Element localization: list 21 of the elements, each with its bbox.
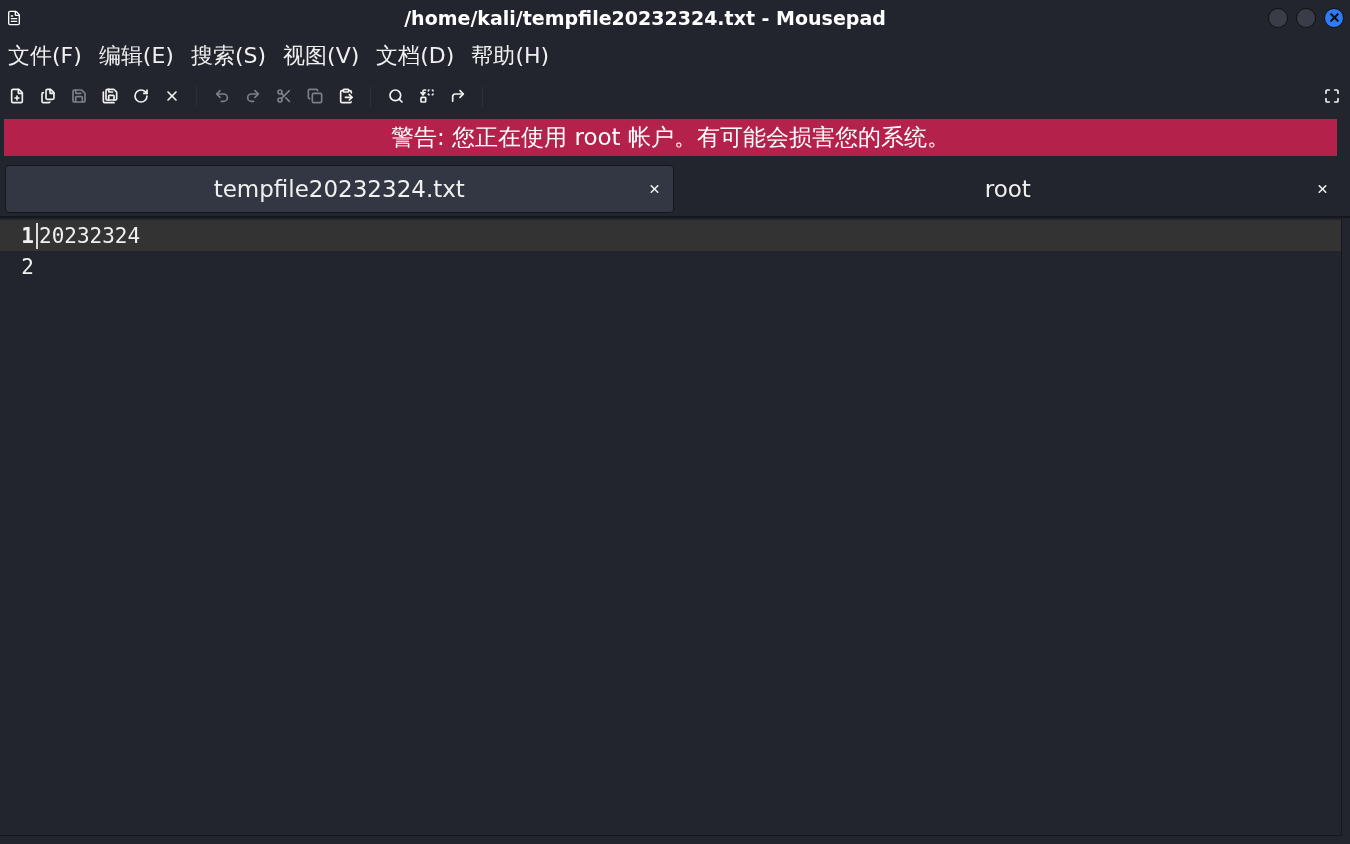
tab-label: tempfile20232324.txt (213, 176, 465, 202)
tab-close-icon[interactable] (1316, 182, 1329, 196)
line-number: 1 (20, 223, 35, 248)
text-cursor (36, 222, 38, 249)
menu-item[interactable]: 文件(F) (8, 41, 82, 71)
menu-item[interactable]: 编辑(E) (98, 41, 174, 71)
close-icon (1327, 11, 1341, 24)
warning-banner: 警告: 您正在使用 root 帐户。有可能会损害您的系统。 (4, 119, 1337, 156)
tab-label: root (984, 176, 1031, 202)
window-title: /home/kali/tempfile20232324.txt - Mousepad (403, 6, 887, 29)
menu-item[interactable]: 帮助(H) (471, 41, 550, 71)
menu-item[interactable]: 文档(D) (376, 41, 455, 71)
close-button[interactable] (1324, 7, 1344, 28)
line-text: 20232324 (38, 223, 141, 248)
app-icon (6, 9, 22, 26)
tab-close-icon[interactable] (647, 182, 661, 196)
line-number: 2 (20, 254, 35, 279)
menu-item[interactable]: 搜索(S) (190, 41, 267, 71)
tab[interactable]: tempfile20232324.txt (5, 165, 674, 213)
menu-item[interactable]: 视图(V) (283, 41, 360, 71)
tab[interactable]: root (673, 165, 1342, 213)
